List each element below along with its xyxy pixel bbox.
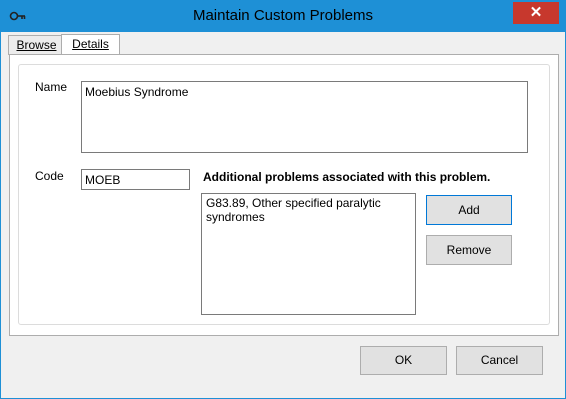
- ok-button[interactable]: OK: [360, 346, 447, 375]
- tab-browse[interactable]: Browse: [8, 35, 65, 55]
- name-field[interactable]: Moebius Syndrome: [81, 81, 528, 153]
- dialog-window: Maintain Custom Problems ✕ Browse Detail…: [0, 0, 566, 399]
- code-field[interactable]: MOEB: [81, 169, 190, 190]
- remove-button[interactable]: Remove: [426, 235, 512, 265]
- title-bar[interactable]: Maintain Custom Problems ✕: [1, 1, 565, 32]
- code-value: MOEB: [85, 173, 121, 187]
- tab-details-label: Details: [72, 37, 109, 51]
- cancel-button[interactable]: Cancel: [456, 346, 543, 375]
- window-title: Maintain Custom Problems: [192, 7, 374, 24]
- additional-problems-list[interactable]: G83.89, Other specified paralytic syndro…: [201, 193, 416, 315]
- code-label: Code: [35, 169, 64, 183]
- list-item[interactable]: G83.89, Other specified paralytic syndro…: [206, 196, 411, 224]
- details-panel: Name Moebius Syndrome Code MOEB Addition…: [9, 54, 559, 336]
- additional-problems-label: Additional problems associated with this…: [203, 170, 491, 184]
- add-button[interactable]: Add: [426, 195, 512, 225]
- close-button[interactable]: ✕: [513, 2, 559, 24]
- name-label: Name: [35, 80, 68, 94]
- close-icon: ✕: [529, 4, 543, 21]
- name-value: Moebius Syndrome: [85, 85, 189, 99]
- tab-browse-label: Browse: [16, 38, 57, 52]
- tab-details[interactable]: Details: [61, 34, 120, 55]
- details-groupbox: Name Moebius Syndrome Code MOEB Addition…: [18, 64, 550, 325]
